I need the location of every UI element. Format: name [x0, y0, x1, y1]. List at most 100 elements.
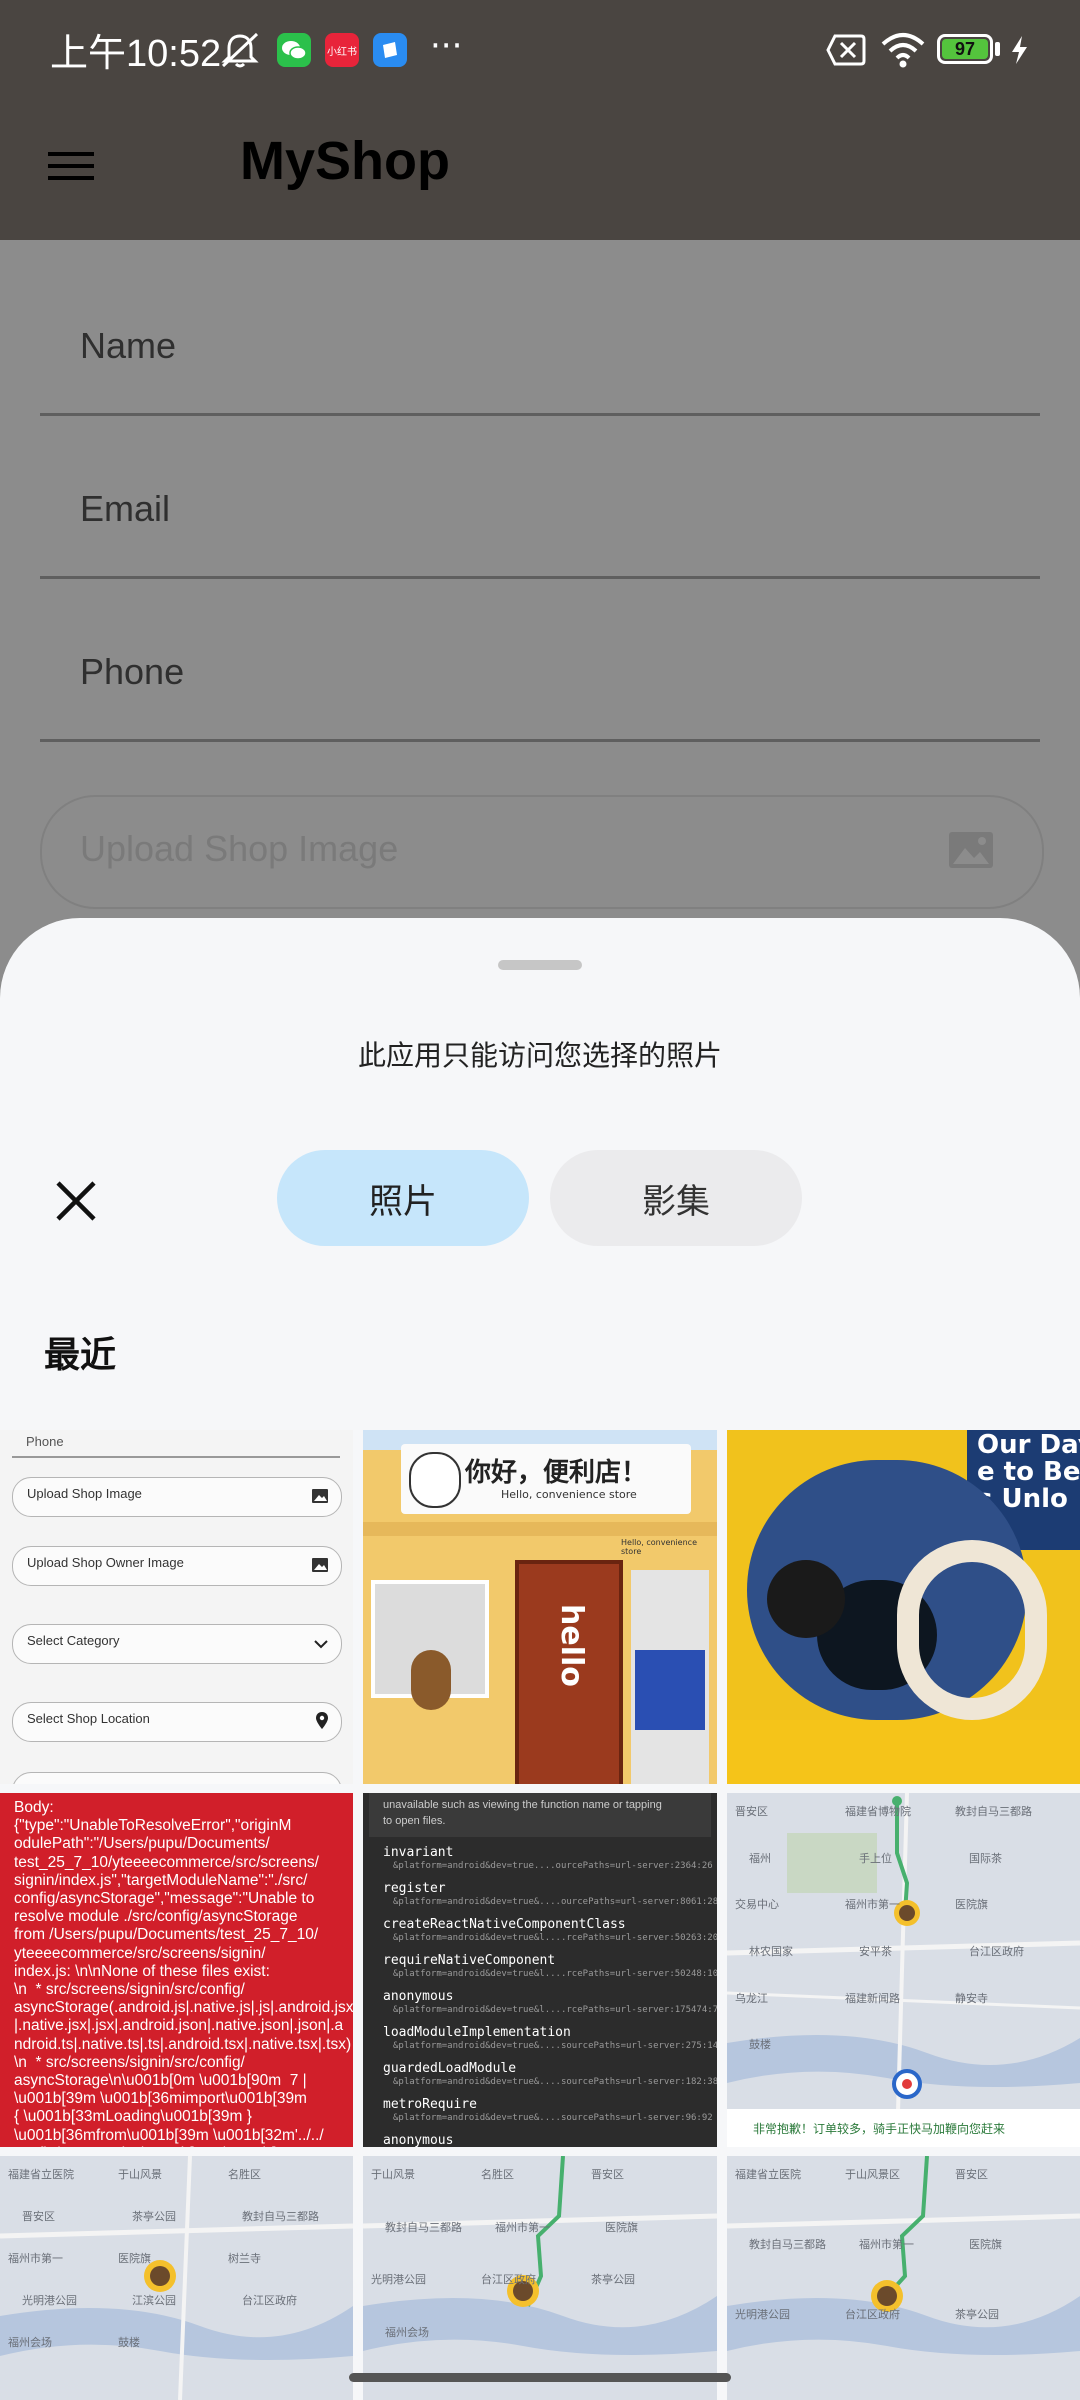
error-line: { \u001b[33mLoading\u001b[39m } [14, 2108, 252, 2126]
sim-off-icon [826, 34, 866, 66]
map-label: 光明港公园 [371, 2273, 426, 2286]
mini-underline [12, 1456, 340, 1458]
console-function-name: metroRequire [383, 2097, 477, 2112]
map-label: 福建新闻路 [845, 1991, 900, 2005]
store-door: hello [515, 1560, 623, 1784]
photo-thumbnail-3[interactable]: Our Days a e to Begi s Unlo [727, 1430, 1080, 1784]
wifi-icon [881, 33, 925, 68]
map-label: 于山风景 [371, 2168, 415, 2181]
map-label: 医院旗 [955, 1898, 988, 1912]
teddy-bear [411, 1650, 451, 1710]
store-sign-main: 你好，便利店！ [465, 1458, 648, 1488]
upload-shop-image-label: Upload Shop Image [80, 828, 399, 869]
map-label: 于山风景区 [845, 2168, 900, 2181]
sign-logo-icon [409, 1452, 461, 1508]
photo-thumbnail-9[interactable]: 福建省立医院 于山风景区 晋安区 教封自马三都路 福州市第一 医院旗 光明港公园 台江区政府 茶… [727, 2156, 1080, 2400]
console-source-path: &platform=android&dev=true&....sourcePat… [393, 2041, 717, 2051]
phone-field[interactable]: Phone [80, 651, 184, 693]
console-function-name: invariant [383, 1845, 454, 1860]
map-label: 晋安区 [735, 1805, 768, 1818]
map-graphic [727, 1793, 1080, 2147]
map-label: 国际茶 [969, 1851, 1002, 1865]
map-label: 福州 [749, 1851, 771, 1865]
map-graphic [727, 2156, 1080, 2355]
map-label: 名胜区 [481, 2168, 514, 2181]
map-label: 教封自马三都路 [242, 2210, 319, 2223]
photo-thumbnail-5[interactable]: unavailable such as viewing the function… [363, 1793, 717, 2147]
map-label: 教封自马三都路 [749, 2238, 826, 2251]
fridge [631, 1570, 709, 1784]
menu-icon[interactable] [48, 150, 94, 182]
mini-upload-owner-label: Upload Shop Owner Image [27, 1555, 184, 1570]
store-sign: 你好，便利店！ Hello, convenience store [401, 1444, 691, 1514]
map-label: 福建省立医院 [735, 2168, 801, 2181]
error-line: asyncStorage\n\u001b[0m \u001b[90m 7 | [14, 2072, 307, 2090]
trim [363, 1522, 717, 1536]
map-label: 晋安区 [955, 2168, 988, 2181]
image-icon [312, 1558, 328, 1572]
console-source-path: &platform=android&dev=true&....sourcePat… [393, 2077, 717, 2087]
map-label: 鼓楼 [749, 2038, 771, 2052]
map-label: 光明港公园 [22, 2294, 77, 2307]
mini-upload-owner: Upload Shop Owner Image [12, 1546, 342, 1586]
console-function-name: createReactNativeComponentClass [383, 1917, 626, 1932]
book-bottom [727, 1720, 1080, 1784]
map-label: 医院旗 [605, 2220, 638, 2234]
location-pin-icon [316, 1712, 328, 1729]
tab-albums[interactable]: 影集 [550, 1150, 802, 1246]
status-time: 上午10:52 [50, 33, 222, 75]
photo-thumbnail-6[interactable]: 晋安区 福建省博物院 教封自马三都路 福州 手上位 国际茶 交易中心 福州市第一 医院旗 林农国家… [727, 1793, 1080, 2147]
xiaohongshu-label: 小红书 [327, 46, 357, 58]
error-line: from /Users/pupu/Documents/test_25_7_10/ [14, 1926, 319, 1944]
chevron-down-icon [314, 1640, 328, 1649]
map-label: 福州市第一 [8, 2252, 63, 2265]
mini-next-pill [12, 1772, 342, 1784]
close-icon [56, 1181, 96, 1221]
photo-thumbnail-4[interactable]: Body: {"type":"UnableToResolveError","ori… [0, 1793, 353, 2147]
xiaohongshu-icon: 小红书 [325, 33, 359, 67]
map-label: 福州会场 [385, 2325, 429, 2339]
map-banner-text: 非常抱歉！订单较多，骑手正快马加鞭向您赶来 [753, 2122, 1006, 2136]
more-icon: ··· [430, 26, 463, 66]
map-label: 乌龙江 [735, 1991, 768, 2005]
error-line: test_25_7_10/yteeeecommerce/src/screens/ [14, 1853, 319, 1871]
map-label: 林农国家 [749, 1945, 793, 1958]
sheet-drag-handle[interactable] [498, 960, 582, 970]
map-label: 名胜区 [228, 2168, 261, 2181]
app-blue-icon [373, 33, 407, 67]
map-label: 于山风景 [118, 2168, 162, 2181]
section-title-recent: 最近 [44, 1335, 117, 1376]
console-function-name: requireNativeComponent [383, 1953, 556, 1968]
error-line: index.js: \n\nNone of these files exist: [14, 1962, 270, 1980]
error-line: \n * src/screens/signin/src/config/ [14, 2053, 245, 2071]
charging-icon [1012, 36, 1027, 64]
photo-thumbnail-1[interactable]: Phone Upload Shop Image Upload Shop Owne… [0, 1430, 353, 1784]
email-field[interactable]: Email [80, 488, 170, 530]
error-line: config/APPLoader'\u001b[39m\u001b[33m; [14, 2145, 345, 2147]
map-label: 台江区政府 [845, 2308, 900, 2321]
battery-level: 97 [942, 39, 988, 59]
plush-nose [767, 1560, 845, 1638]
mini-phone-label: Phone [26, 1434, 64, 1449]
home-indicator[interactable] [349, 2373, 731, 2382]
console-function-name: anonymous [383, 1989, 454, 2004]
console-function-name: register [383, 1881, 446, 1896]
photo-thumbnail-7[interactable]: 福建省立医院 于山风景 名胜区 晋安区 茶亭公园 教封自马三都路 福州市第一 医院旗 树兰寺 光明… [0, 2156, 353, 2400]
error-line: resolve module ./src/config/asyncStorage [14, 1908, 298, 1926]
wechat-icon [277, 33, 311, 67]
map-label: 茶亭公园 [132, 2210, 176, 2223]
fridge-panel [635, 1650, 705, 1730]
tab-photos[interactable]: 照片 [277, 1150, 529, 1246]
close-button[interactable] [40, 1165, 112, 1237]
photo-thumbnail-8[interactable]: 于山风景 名胜区 晋安区 教封自马三都路 福州市第一 医院旗 光明港公园 台江区政府 茶亭公园福… [363, 2156, 717, 2400]
name-field[interactable]: Name [80, 325, 176, 367]
error-line: \n * src/screens/signin/src/config/ [14, 1981, 245, 1999]
mini-upload-shop: Upload Shop Image [12, 1477, 342, 1517]
map-label: 台江区政府 [481, 2273, 536, 2286]
map-label: 医院旗 [118, 2252, 151, 2265]
error-line: odulePath":"/Users/pupu/Documents/ [14, 1835, 270, 1853]
error-line: config/asyncStorage","message":"Unable t… [14, 1890, 315, 1908]
photo-thumbnail-2[interactable]: 你好，便利店！ Hello, convenience store Hello, … [363, 1430, 717, 1784]
map-label: 教封自马三都路 [955, 1805, 1032, 1818]
phone-underline [40, 739, 1040, 742]
